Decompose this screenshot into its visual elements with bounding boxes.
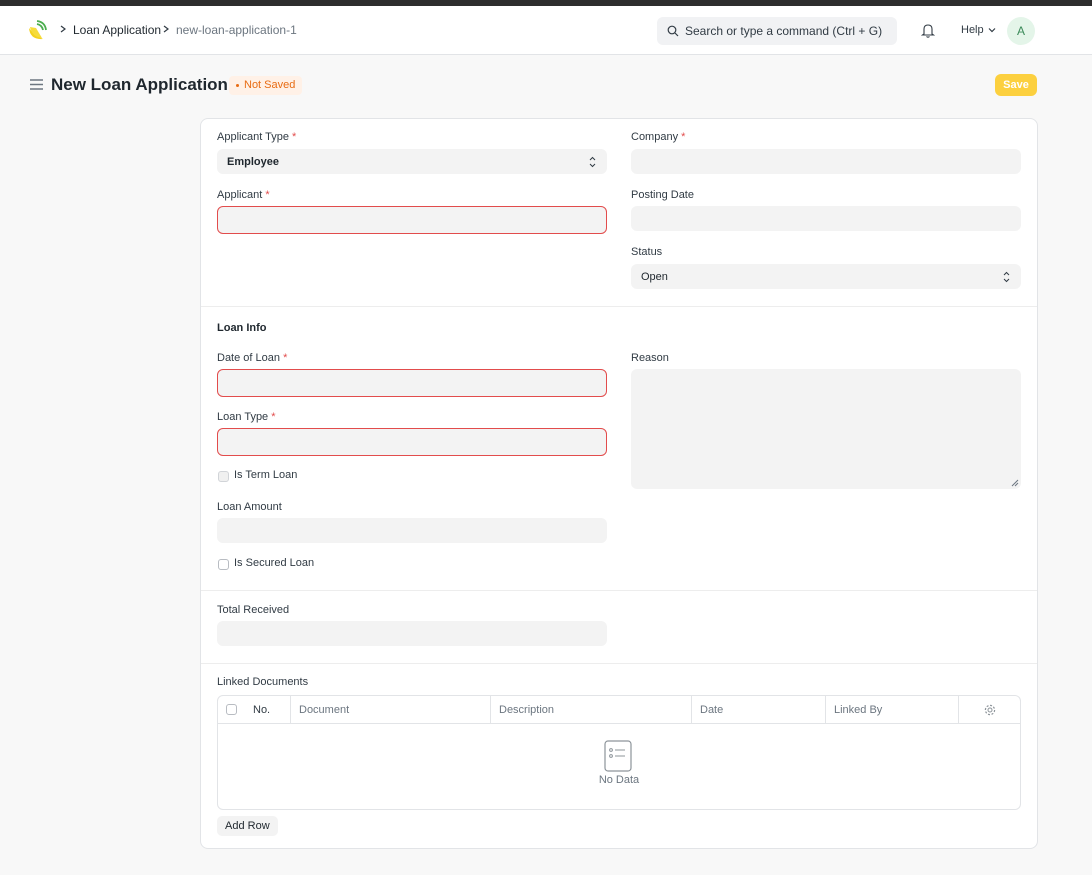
- is-secured-loan-label: Is Secured Loan: [234, 557, 315, 569]
- select-chevron-icon: [589, 156, 596, 168]
- date-of-loan-label: Date of Loan *: [217, 352, 287, 365]
- applicant-type-select[interactable]: Employee: [217, 149, 607, 174]
- required-marker: *: [271, 411, 276, 423]
- applicant-label-text: Applicant: [217, 189, 263, 201]
- sidebar-toggle-icon[interactable]: [30, 79, 43, 90]
- column-document-cell: Document: [290, 696, 490, 724]
- chevron-right-icon: [163, 25, 169, 33]
- search-icon: [667, 25, 679, 37]
- date-of-loan-label-text: Date of Loan: [217, 352, 280, 364]
- page-header: New Loan Application Not Saved Save: [0, 55, 1092, 117]
- column-description-cell: Description: [490, 696, 691, 724]
- reason-label: Reason: [631, 352, 669, 364]
- company-label-text: Company: [631, 131, 679, 143]
- navbar: Loan Application new-loan-application-1 …: [0, 6, 1092, 55]
- select-chevron-icon: [1003, 271, 1010, 283]
- is-term-loan-label: Is Term Loan: [234, 469, 298, 481]
- applicant-label: Applicant *: [217, 189, 270, 202]
- help-label: Help: [961, 24, 984, 36]
- breadcrumb-loan-application[interactable]: Loan Application: [73, 23, 161, 37]
- required-marker: *: [265, 189, 270, 201]
- is-secured-loan-checkbox[interactable]: [218, 559, 229, 570]
- status-text: Not Saved: [244, 79, 296, 91]
- section-divider: [201, 306, 1037, 307]
- empty-document-icon: [604, 740, 632, 772]
- reason-textarea[interactable]: [631, 369, 1021, 489]
- column-date: Date: [700, 704, 724, 716]
- applicant-type-value: Employee: [227, 156, 279, 168]
- applicant-type-label: Applicant Type *: [217, 131, 296, 144]
- status-label: Status: [631, 246, 663, 258]
- search-input[interactable]: [685, 17, 890, 45]
- loan-type-label-text: Loan Type: [217, 411, 269, 423]
- column-linked-by: Linked By: [834, 704, 883, 716]
- total-received-label: Total Received: [217, 604, 290, 616]
- form-card: Applicant Type * Employee Company * Appl…: [200, 118, 1038, 849]
- breadcrumb-current-doc[interactable]: new-loan-application-1: [176, 23, 297, 37]
- chevron-down-icon: [988, 28, 996, 33]
- add-row-button[interactable]: Add Row: [217, 816, 278, 836]
- chevron-right-icon: [60, 25, 66, 33]
- required-marker: *: [283, 352, 288, 364]
- status-dot: [236, 83, 239, 87]
- applicant-field[interactable]: [217, 206, 607, 234]
- date-of-loan-field[interactable]: [217, 369, 607, 397]
- user-avatar[interactable]: A: [1007, 17, 1035, 45]
- gear-icon[interactable]: [984, 704, 996, 716]
- select-all-checkbox[interactable]: [226, 704, 237, 715]
- status-value: Open: [641, 271, 668, 283]
- required-marker: *: [292, 131, 297, 143]
- required-marker: *: [681, 131, 686, 143]
- help-dropdown[interactable]: Help: [961, 24, 996, 36]
- column-settings-cell: [958, 696, 1020, 724]
- table-header: No. Document Description Date Linked By: [218, 696, 1020, 724]
- empty-state-text: No Data: [598, 774, 640, 786]
- column-date-cell: Date: [691, 696, 825, 724]
- section-divider: [201, 663, 1037, 664]
- posting-date-field[interactable]: [631, 206, 1021, 231]
- status-badge: Not Saved: [229, 76, 303, 95]
- resize-handle-icon[interactable]: [1011, 479, 1019, 487]
- company-field[interactable]: [631, 149, 1021, 174]
- column-document: Document: [299, 704, 350, 716]
- total-received-field[interactable]: [217, 621, 607, 646]
- page-title: New Loan Application: [51, 75, 228, 94]
- posting-date-label: Posting Date: [631, 189, 694, 201]
- company-label: Company *: [631, 131, 685, 144]
- section-divider: [201, 590, 1037, 591]
- column-description: Description: [499, 704, 555, 716]
- loan-type-label: Loan Type *: [217, 411, 276, 424]
- status-select[interactable]: Open: [631, 264, 1021, 289]
- column-no: No.: [253, 704, 271, 716]
- search-bar[interactable]: [657, 17, 897, 45]
- save-button[interactable]: Save: [995, 74, 1037, 96]
- linked-documents-table: No. Document Description Date Linked By: [217, 695, 1021, 810]
- column-linked-by-cell: Linked By: [825, 696, 958, 724]
- loan-type-field[interactable]: [217, 428, 607, 456]
- loan-amount-label: Loan Amount: [217, 501, 282, 513]
- loan-amount-field[interactable]: [217, 518, 607, 543]
- app-logo-icon[interactable]: [27, 20, 49, 42]
- is-term-loan-checkbox[interactable]: [218, 471, 229, 482]
- notification-bell-icon[interactable]: [921, 23, 935, 38]
- linked-documents-label: Linked Documents: [217, 676, 309, 688]
- applicant-type-label-text: Applicant Type: [217, 131, 289, 143]
- loan-info-section-title: Loan Info: [217, 322, 267, 334]
